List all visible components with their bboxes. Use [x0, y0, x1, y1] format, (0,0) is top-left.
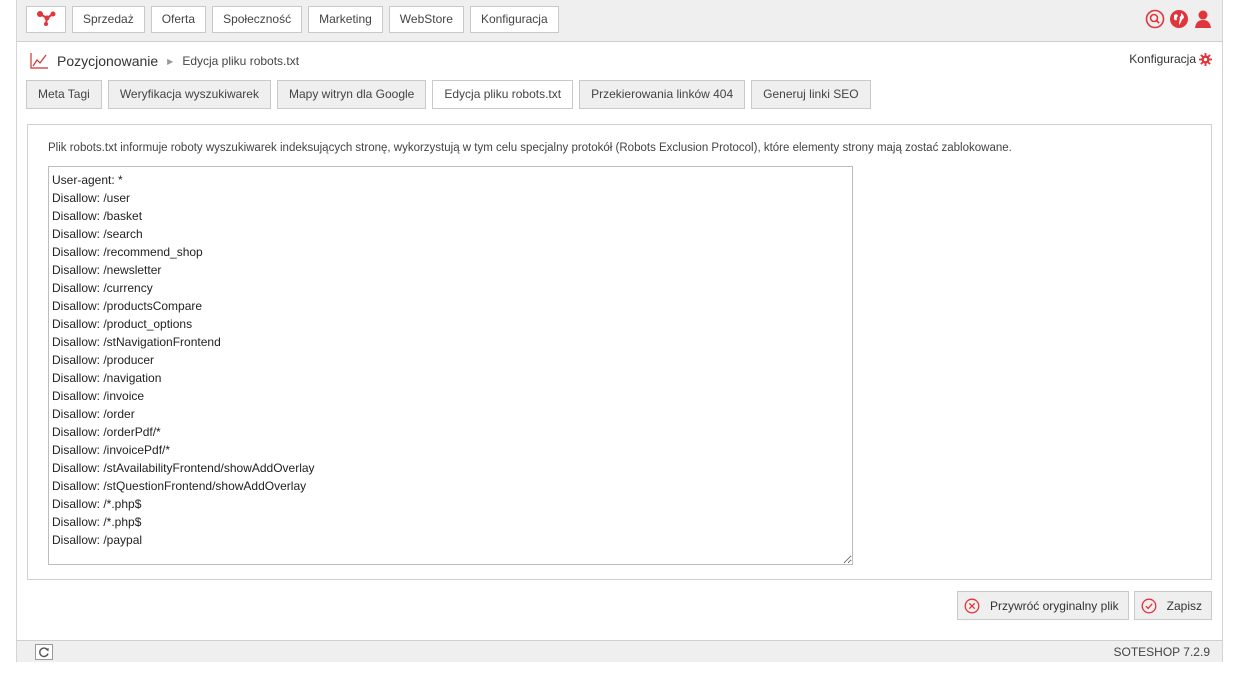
tab-robots-txt[interactable]: Edycja pliku robots.txt: [432, 80, 574, 109]
menu-configuration[interactable]: Konfiguracja: [469, 6, 559, 33]
seo-tabs: Meta Tagi Weryfikacja wyszukiwarek Mapy …: [26, 80, 871, 109]
tab-google-sitemaps[interactable]: Mapy witryn dla Google: [276, 80, 427, 109]
top-right-icons: [1145, 9, 1213, 29]
robots-txt-editor[interactable]: [48, 166, 853, 565]
main-menu: Sprzedaż Oferta Społeczność Marketing We…: [72, 6, 559, 33]
home-logo-button[interactable]: [26, 6, 66, 33]
refresh-button[interactable]: [35, 644, 53, 660]
menu-sales[interactable]: Sprzedaż: [72, 6, 145, 33]
save-label: Zapisz: [1166, 598, 1202, 613]
menu-offer[interactable]: Oferta: [150, 6, 207, 33]
breadcrumb-page: Edycja pliku robots.txt: [182, 54, 300, 68]
breadcrumb: Pozycjonowanie ▶ Edycja pliku robots.txt: [29, 50, 299, 72]
tab-generate-seo-links[interactable]: Generuj linki SEO: [751, 80, 871, 109]
configuration-link-label: Konfiguracja: [1129, 52, 1196, 66]
menu-webstore[interactable]: WebStore: [388, 6, 464, 33]
cancel-circle-icon: [964, 598, 980, 613]
tab-meta-tags[interactable]: Meta Tagi: [26, 80, 102, 109]
search-icon[interactable]: [1145, 9, 1165, 29]
tab-404-redirects[interactable]: Przekierowania linków 404: [579, 80, 746, 109]
robots-info-text: Plik robots.txt informuje roboty wyszuki…: [48, 142, 1012, 154]
breadcrumb-section[interactable]: Pozycjonowanie: [57, 53, 158, 69]
globe-icon[interactable]: [1169, 9, 1189, 29]
content-panel: Plik robots.txt informuje roboty wyszuki…: [27, 124, 1212, 580]
app-window: Sprzedaż Oferta Społeczność Marketing We…: [16, 0, 1223, 662]
breadcrumb-separator-icon: ▶: [167, 56, 174, 66]
app-version: SOTESHOP 7.2.9: [1113, 645, 1211, 659]
menu-marketing[interactable]: Marketing: [308, 6, 383, 33]
gear-icon: [1199, 52, 1212, 66]
restore-original-button[interactable]: Przywróć oryginalny plik: [956, 591, 1129, 620]
tab-search-engine-verification[interactable]: Weryfikacja wyszukiwarek: [107, 80, 271, 109]
action-buttons: Przywróć oryginalny plik Zapisz: [956, 591, 1212, 620]
restore-original-label: Przywróć oryginalny plik: [989, 598, 1119, 613]
top-navigation-bar: Sprzedaż Oferta Społeczność Marketing We…: [17, 0, 1222, 42]
save-button[interactable]: Zapisz: [1133, 591, 1212, 620]
refresh-icon: [39, 647, 49, 658]
configuration-link[interactable]: Konfiguracja: [1129, 52, 1212, 66]
menu-community[interactable]: Społeczność: [212, 6, 303, 33]
user-icon[interactable]: [1193, 9, 1213, 29]
molecule-logo-icon: [36, 10, 56, 29]
check-circle-icon: [1141, 598, 1157, 613]
chart-icon: [29, 52, 49, 70]
status-footer: SOTESHOP 7.2.9: [17, 640, 1222, 662]
